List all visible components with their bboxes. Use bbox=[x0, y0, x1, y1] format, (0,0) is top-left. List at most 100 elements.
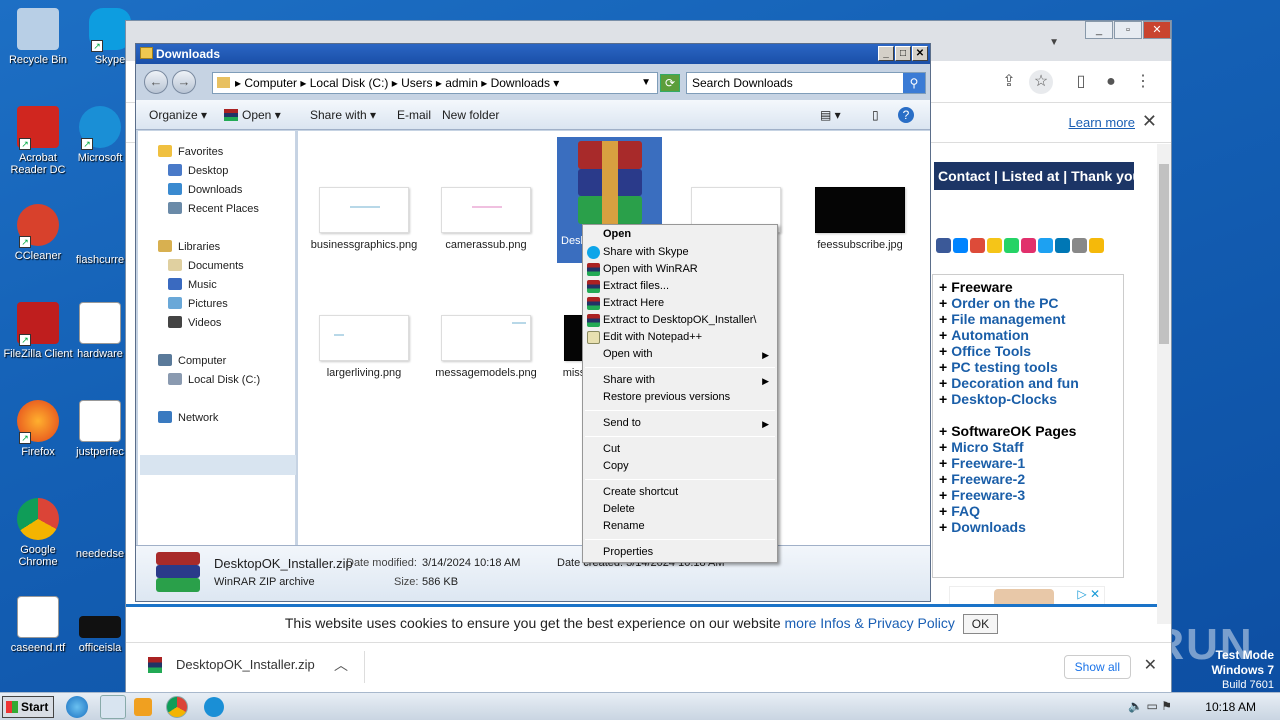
menu-item-open[interactable]: Open bbox=[603, 228, 631, 240]
nav-music[interactable]: Music bbox=[168, 278, 217, 291]
desktop-icon-recycle-bin[interactable]: Recycle Bin bbox=[0, 8, 76, 66]
chevron-up-icon[interactable]: ︿ bbox=[334, 655, 348, 675]
social-share-icon[interactable] bbox=[970, 238, 985, 253]
menu-item-extract-to[interactable]: Extract to DesktopOK_Installer\ bbox=[603, 314, 756, 326]
share-with-button[interactable]: Share with ▾ bbox=[310, 108, 376, 122]
nav-documents[interactable]: Documents bbox=[168, 259, 244, 272]
start-button[interactable]: Start bbox=[2, 696, 54, 718]
nav-computer[interactable]: Computer bbox=[158, 354, 226, 367]
cookie-ok-button[interactable]: OK bbox=[962, 614, 999, 634]
help-icon[interactable]: ? bbox=[898, 107, 914, 123]
organize-button[interactable]: Organize ▾ bbox=[149, 108, 207, 122]
menu-link[interactable]: + Decoration and fun bbox=[939, 375, 1117, 391]
menu-link[interactable]: + Freeware-2 bbox=[939, 471, 1117, 487]
menu-item-restore[interactable]: Restore previous versions bbox=[603, 391, 730, 403]
minimize-icon[interactable]: _ bbox=[878, 46, 894, 61]
menu-link[interactable]: + Freeware-3 bbox=[939, 487, 1117, 503]
taskbar-clock[interactable]: 10:18 AM bbox=[1205, 700, 1256, 714]
file-item[interactable]: largerliving.png bbox=[308, 271, 420, 379]
menu-item-share-with[interactable]: Share with bbox=[603, 374, 655, 386]
tab-search-icon[interactable]: ▼ bbox=[1049, 37, 1059, 48]
menu-link[interactable]: + File management bbox=[939, 311, 1117, 327]
nav-local-disk[interactable]: Local Disk (C:) bbox=[168, 373, 260, 386]
menu-item-cut[interactable]: Cut bbox=[603, 443, 620, 455]
search-input[interactable]: Search Downloads ⚲ bbox=[686, 72, 926, 94]
download-bar-close-icon[interactable]: ✕ bbox=[1144, 655, 1157, 675]
breadcrumb-admin[interactable]: admin bbox=[445, 76, 478, 90]
file-item[interactable]: feessubscribe.jpg bbox=[804, 143, 916, 251]
back-arrow-icon[interactable]: ← bbox=[144, 70, 168, 94]
email-button[interactable]: E-mail bbox=[397, 108, 431, 122]
nav-pictures[interactable]: Pictures bbox=[168, 297, 228, 310]
menu-item-open-winrar[interactable]: Open with WinRAR bbox=[603, 263, 698, 275]
nav-desktop[interactable]: Desktop bbox=[168, 164, 228, 177]
menu-item-send-to[interactable]: Send to bbox=[603, 417, 641, 429]
menu-kebab-icon[interactable]: ⋮ bbox=[1131, 70, 1155, 94]
show-all-button[interactable]: Show all bbox=[1063, 655, 1131, 679]
ad-choices-icon[interactable]: ▷ ✕ bbox=[1077, 587, 1100, 601]
forward-arrow-icon[interactable]: → bbox=[172, 70, 196, 94]
file-item[interactable]: camerassub.png bbox=[430, 143, 542, 251]
close-icon[interactable]: ✕ bbox=[1143, 21, 1171, 39]
share-icon[interactable]: ⇪ bbox=[997, 70, 1021, 94]
menu-link[interactable]: + Office Tools bbox=[939, 343, 1117, 359]
chrome-taskbar-icon[interactable] bbox=[166, 696, 188, 718]
nav-libraries[interactable]: Libraries bbox=[158, 240, 220, 253]
social-share-icon[interactable] bbox=[1089, 238, 1104, 253]
social-share-icon[interactable] bbox=[1038, 238, 1053, 253]
file-item[interactable]: businessgraphics.png bbox=[308, 143, 420, 251]
menu-item-rename[interactable]: Rename bbox=[603, 520, 645, 532]
maximize-icon[interactable]: ▫ bbox=[1114, 21, 1142, 39]
close-icon[interactable]: ✕ bbox=[912, 46, 928, 61]
social-share-icon[interactable] bbox=[953, 238, 968, 253]
refresh-icon[interactable]: ⟳ bbox=[660, 74, 680, 92]
open-button[interactable]: Open ▾ bbox=[224, 108, 281, 122]
menu-item-extract-here[interactable]: Extract Here bbox=[603, 297, 664, 309]
ie-icon[interactable] bbox=[66, 696, 88, 718]
menu-item-properties[interactable]: Properties bbox=[603, 546, 653, 558]
maximize-icon[interactable]: □ bbox=[895, 46, 911, 61]
learn-more-link[interactable]: Learn more bbox=[1069, 115, 1135, 130]
menu-item-delete[interactable]: Delete bbox=[603, 503, 635, 515]
view-options-icon[interactable]: ▤ ▾ bbox=[820, 108, 841, 122]
media-player-icon[interactable] bbox=[134, 698, 152, 716]
social-share-icon[interactable] bbox=[987, 238, 1002, 253]
menu-link[interactable]: + FAQ bbox=[939, 503, 1117, 519]
breadcrumb-downloads[interactable]: Downloads bbox=[491, 76, 550, 90]
menu-link[interactable]: + Micro Staff bbox=[939, 439, 1117, 455]
preview-pane-icon[interactable]: ▯ bbox=[872, 108, 879, 122]
menu-item-edit-notepad[interactable]: Edit with Notepad++ bbox=[603, 331, 702, 343]
nav-videos[interactable]: Videos bbox=[168, 316, 221, 329]
menu-link[interactable]: + Freeware-1 bbox=[939, 455, 1117, 471]
nav-network[interactable]: Network bbox=[158, 411, 218, 424]
breadcrumb-local-disk[interactable]: Local Disk (C:) bbox=[310, 76, 389, 90]
profile-icon[interactable]: ● bbox=[1099, 70, 1123, 94]
menu-item-extract-files[interactable]: Extract files... bbox=[603, 280, 669, 292]
page-scrollbar[interactable] bbox=[1157, 144, 1171, 624]
bookmark-star-icon[interactable]: ☆ bbox=[1029, 70, 1053, 94]
file-item[interactable]: messagemodels.png bbox=[430, 271, 542, 379]
explorer-taskbar-icon[interactable] bbox=[100, 695, 126, 719]
social-share-icon[interactable] bbox=[1072, 238, 1087, 253]
menu-item-copy[interactable]: Copy bbox=[603, 460, 629, 472]
nav-recent-places[interactable]: Recent Places bbox=[168, 202, 259, 215]
nav-downloads[interactable]: Downloads bbox=[168, 183, 242, 196]
site-nav[interactable]: Contact | Listed at | Thank you bbox=[934, 162, 1134, 190]
privacy-policy-link[interactable]: more Infos & Privacy Policy bbox=[785, 615, 955, 631]
menu-link[interactable]: + PC testing tools bbox=[939, 359, 1117, 375]
infobar-close-icon[interactable]: ✕ bbox=[1142, 111, 1157, 132]
search-icon[interactable]: ⚲ bbox=[903, 73, 925, 93]
social-share-icon[interactable] bbox=[1021, 238, 1036, 253]
system-tray-icons[interactable]: 🔈 ▭ ⚑ bbox=[1128, 699, 1172, 713]
menu-item-share-skype[interactable]: Share with Skype bbox=[603, 246, 689, 258]
social-share-icon[interactable] bbox=[936, 238, 951, 253]
address-bar[interactable]: ▸ Computer ▸ Local Disk (C:) ▸ Users ▸ a… bbox=[212, 72, 658, 94]
side-panel-icon[interactable]: ▯ bbox=[1069, 70, 1093, 94]
menu-item-create-shortcut[interactable]: Create shortcut bbox=[603, 486, 678, 498]
menu-link[interactable]: + Desktop-Clocks bbox=[939, 391, 1117, 407]
breadcrumb-computer[interactable]: Computer bbox=[244, 76, 297, 90]
edge-taskbar-icon[interactable] bbox=[204, 697, 224, 717]
menu-item-open-with[interactable]: Open with bbox=[603, 348, 653, 360]
menu-link[interactable]: + Downloads bbox=[939, 519, 1117, 535]
social-share-icon[interactable] bbox=[1004, 238, 1019, 253]
